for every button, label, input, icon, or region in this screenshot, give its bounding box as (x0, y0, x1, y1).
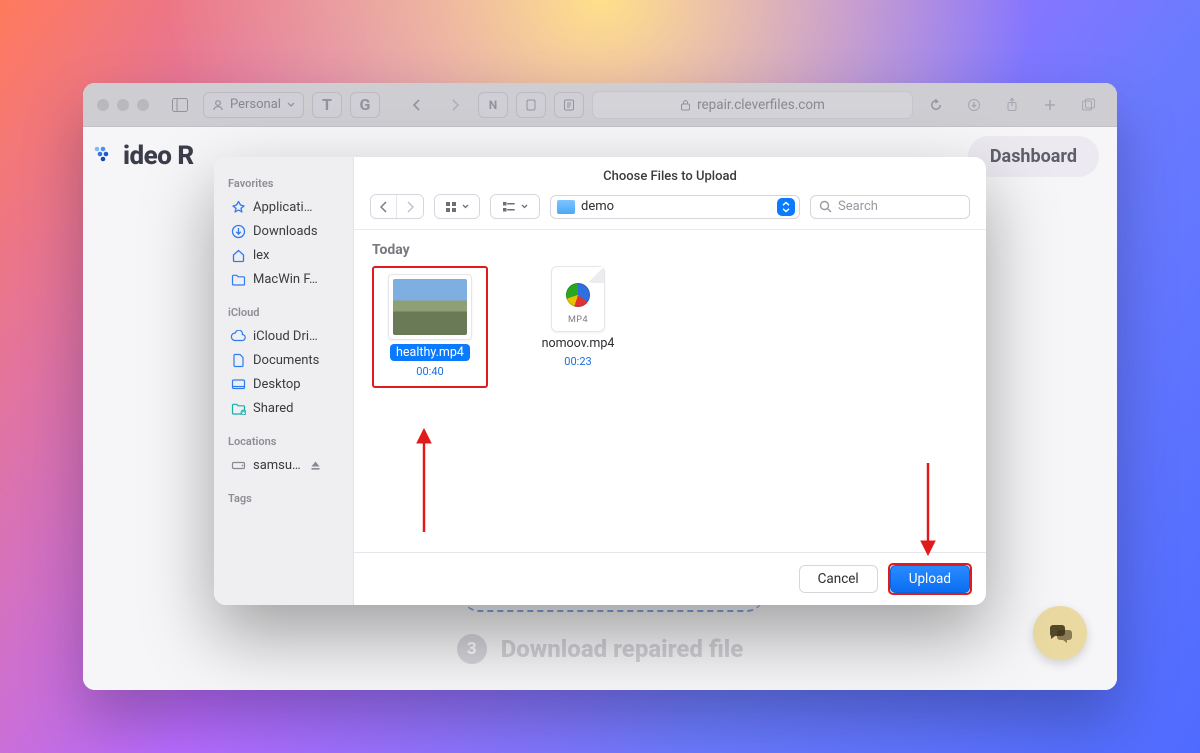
sidebar-item-shared[interactable]: Shared (228, 397, 343, 419)
nav-forward-button[interactable] (397, 195, 423, 218)
search-icon (819, 200, 832, 213)
dashboard-button[interactable]: Dashboard (968, 136, 1099, 177)
sidebar-section-favorites: Favorites (228, 177, 343, 190)
sidebar-label: Applicati… (253, 200, 312, 215)
sidebar-section-locations: Locations (228, 435, 343, 448)
sidebar-label: samsu… (253, 458, 301, 473)
downloads-folder-icon (230, 223, 246, 239)
cloud-icon (230, 328, 246, 344)
nav-back-button[interactable] (371, 195, 397, 218)
sidebar-section-tags: Tags (228, 492, 343, 505)
file-duration: 00:23 (564, 355, 591, 368)
logo-v-icon (93, 144, 121, 168)
eject-icon[interactable] (308, 457, 324, 473)
file-thumbnail (388, 274, 472, 340)
sidebar-item-macwin[interactable]: MacWin F… (228, 268, 343, 290)
file-picker-dialog: Favorites Applicati… Downloads lex MacWi… (214, 157, 986, 605)
view-mode-picker[interactable] (434, 194, 480, 219)
upload-button[interactable]: Upload (890, 565, 970, 593)
sidebar-label: iCloud Dri… (253, 329, 318, 344)
file-name: healthy.mp4 (390, 344, 470, 361)
sidebar-label: Downloads (253, 224, 318, 239)
sidebar-label: Shared (253, 401, 293, 416)
nav-back-forward (370, 194, 424, 219)
sidebar-label: lex (253, 248, 270, 263)
sidebar-item-documents[interactable]: Documents (228, 349, 343, 371)
applications-icon (230, 199, 246, 215)
step-3-badge: 3 (457, 634, 487, 664)
dashboard-label: Dashboard (990, 146, 1077, 167)
annotation-highlight-box: healthy.mp4 00:40 (372, 266, 488, 388)
file-grid: healthy.mp4 00:40 MP4 nomoov.mp4 00:23 (370, 266, 970, 388)
sidebar-label: Desktop (253, 377, 301, 392)
desktop-icon (230, 376, 246, 392)
file-duration: 00:40 (416, 365, 443, 378)
group-button[interactable] (491, 195, 539, 218)
file-item-nomoov[interactable]: MP4 nomoov.mp4 00:23 (524, 266, 632, 388)
group-today: Today (370, 236, 970, 266)
path-label: demo (581, 199, 614, 214)
folder-icon (230, 271, 246, 287)
sidebar-label: MacWin F… (253, 272, 318, 287)
dialog-title: Choose Files to Upload (354, 157, 986, 194)
cancel-button[interactable]: Cancel (799, 565, 878, 593)
external-drive-icon (230, 457, 246, 473)
cancel-label: Cancel (818, 571, 859, 587)
file-list-area[interactable]: Today healthy.mp4 00:40 MP4 n (354, 230, 986, 552)
path-popup[interactable]: demo (550, 195, 800, 219)
icon-view-button[interactable] (435, 195, 479, 218)
step-3-label: Download repaired file (501, 635, 744, 663)
sidebar-section-icloud: iCloud (228, 306, 343, 319)
sidebar-label: Documents (253, 353, 319, 368)
document-icon (230, 352, 246, 368)
sidebar-item-home[interactable]: lex (228, 244, 343, 266)
file-thumbnail: MP4 (551, 266, 605, 332)
sidebar-item-desktop[interactable]: Desktop (228, 373, 343, 395)
folder-icon (557, 200, 575, 214)
group-by-picker[interactable] (490, 194, 540, 219)
file-search-field[interactable]: Search (810, 195, 970, 219)
search-placeholder: Search (838, 199, 878, 214)
file-picker-toolbar: demo Search (354, 194, 986, 229)
chat-icon (1047, 621, 1073, 645)
shared-folder-icon (230, 400, 246, 416)
file-name: nomoov.mp4 (542, 336, 615, 351)
sidebar-item-downloads[interactable]: Downloads (228, 220, 343, 242)
file-picker-sidebar: Favorites Applicati… Downloads lex MacWi… (214, 157, 354, 605)
quicktime-icon (566, 283, 590, 307)
sidebar-item-icloud-drive[interactable]: iCloud Dri… (228, 325, 343, 347)
path-dropdown-arrow[interactable] (777, 198, 795, 216)
chevron-down-icon (462, 203, 469, 210)
file-item-healthy[interactable]: healthy.mp4 00:40 (376, 266, 484, 388)
upload-label: Upload (909, 571, 951, 587)
sidebar-item-samsung[interactable]: samsu… (228, 454, 343, 476)
site-title-fragment: ideo R (123, 141, 194, 171)
sidebar-item-applications[interactable]: Applicati… (228, 196, 343, 218)
file-type-badge: MP4 (552, 315, 604, 325)
dialog-footer: Cancel Upload (354, 552, 986, 605)
site-logo[interactable]: ideo R (93, 141, 194, 171)
home-icon (230, 247, 246, 263)
chat-fab[interactable] (1033, 606, 1087, 660)
file-picker-main: Choose Files to Upload demo (354, 157, 986, 605)
chevron-down-icon (521, 203, 528, 210)
step-3-row: 3 Download repaired file (83, 634, 1117, 664)
